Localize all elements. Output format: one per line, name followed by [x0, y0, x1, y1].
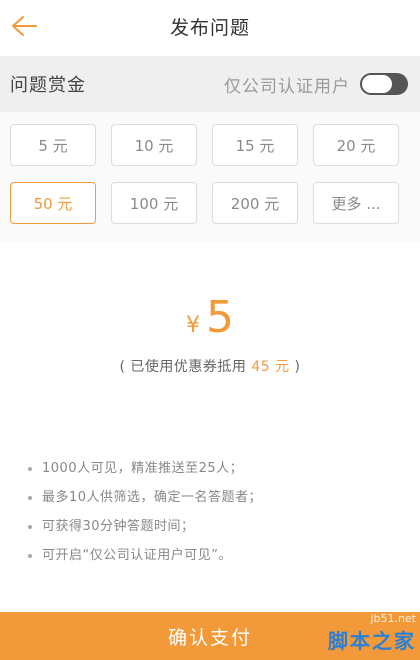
payment-amount: ¥ 5: [0, 292, 420, 352]
list-item: 可获得30分钟答题时间；: [28, 512, 408, 541]
coupon-suffix: ): [289, 359, 301, 375]
coupon-note: ( 已使用优惠券抵用 45 元 ): [0, 356, 420, 378]
amount-grid: 5 元 10 元 15 元 20 元 50 元 100 元 200 元 更多 .…: [0, 112, 420, 242]
list-item: 最多10人供筛选，确定一名答题者；: [28, 483, 408, 512]
amount-option-10[interactable]: 10 元: [111, 124, 197, 166]
company-only-label: 仅公司认证用户: [224, 76, 350, 97]
reward-section: 问题赏金 仅公司认证用户: [0, 56, 420, 112]
amount-option-more[interactable]: 更多 ...: [313, 182, 399, 224]
company-only-toggle[interactable]: [360, 73, 408, 95]
amount-option-15[interactable]: 15 元: [212, 124, 298, 166]
company-only-setting: 仅公司认证用户: [224, 72, 408, 97]
amount-value: 5: [206, 292, 234, 343]
amount-option-200[interactable]: 200 元: [212, 182, 298, 224]
header-bar: 发布问题: [0, 0, 420, 52]
reward-label: 问题赏金: [10, 75, 86, 96]
arrow-left-icon: [12, 16, 37, 36]
currency-symbol: ¥: [186, 313, 200, 338]
page-title: 发布问题: [169, 16, 250, 39]
amount-option-20[interactable]: 20 元: [313, 124, 399, 166]
amount-option-100[interactable]: 100 元: [111, 182, 197, 224]
back-button[interactable]: [6, 8, 42, 44]
coupon-prefix: ( 已使用优惠券抵用: [119, 359, 252, 375]
list-item: 可开启“仅公司认证用户可见”。: [28, 541, 408, 570]
amount-option-5[interactable]: 5 元: [10, 124, 96, 166]
info-list: 1000人可见，精准推送至25人； 最多10人供筛选，确定一名答题者； 可获得3…: [28, 454, 408, 570]
confirm-payment-button[interactable]: 确认支付: [0, 612, 420, 660]
coupon-value: 45 元: [251, 359, 290, 375]
toggle-knob: [362, 75, 392, 93]
amount-option-50[interactable]: 50 元: [10, 182, 96, 224]
list-item: 1000人可见，精准推送至25人；: [28, 454, 408, 483]
